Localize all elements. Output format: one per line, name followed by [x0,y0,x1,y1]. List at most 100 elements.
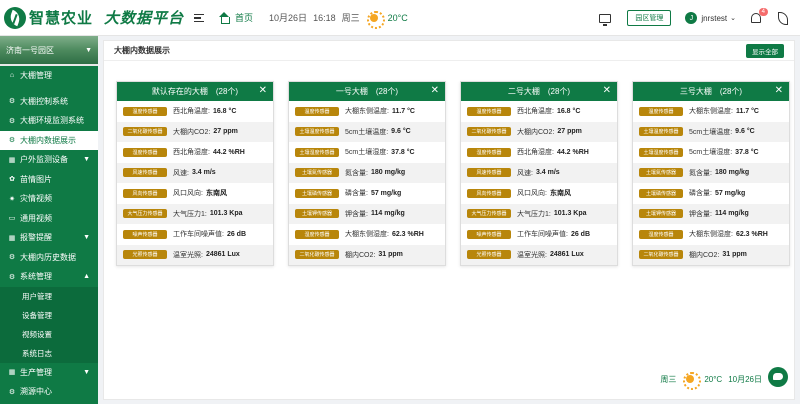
sidebar-subitem-user-manage[interactable]: 用户管理 [0,286,98,306]
sensor-tag[interactable]: 土壤温度传感器 [295,127,339,137]
leaf-logo-icon [4,6,26,29]
home-link[interactable]: 首页 [218,11,253,24]
sensor-label: 5cm土壤湿度: [345,149,389,157]
card-body: 温度传感器 西北角温度: 16.8 °C 二氧化碳传感器 大棚内CO2: 27 ppm 湿度… [461,101,617,265]
grid-icon: ▦ [8,156,16,164]
sensor-tag[interactable]: 二氧化碳传感器 [123,127,167,137]
sensor-value: 16.8 °C [556,107,581,115]
sidebar-item-production-manage[interactable]: ▦ 生产管理 ▼ [0,363,98,383]
sensor-row: 土壤氮传感器 氮含量: 180 mg/kg [633,162,789,183]
sensor-tag[interactable]: 土壤温度传感器 [639,127,683,137]
sensor-tag[interactable]: 噪声传感器 [467,229,511,239]
chevron-down-icon[interactable]: ⌄ [730,14,736,22]
logo[interactable]: 智慧农业 [0,6,98,29]
sensor-tag[interactable]: 大气压力传感器 [467,209,511,219]
close-icon[interactable]: ✕ [775,85,783,96]
sensor-tag[interactable]: 土壤磷传感器 [295,188,339,198]
sidebar-subitem-video-settings[interactable]: 视频设置 [0,324,98,344]
park-selector[interactable]: 济南一号园区 ▼ [0,36,98,66]
menu-toggle-icon[interactable] [194,13,206,23]
sensor-label: 西北角温度: [517,108,554,116]
sidebar-item-env-monitor[interactable]: ⚙ 大棚环境监测系统 [0,111,98,131]
chevron-down-icon: ▼ [83,368,90,376]
sensor-tag[interactable]: 湿度传感器 [467,147,511,157]
sensor-label: 氮含量: [689,169,712,177]
card-header: 默认存在的大棚 (28个) ✕ [117,82,273,101]
notification-button[interactable]: 4 [750,8,768,24]
sensor-label: 风口风向: [173,190,203,198]
sensor-value: 101.3 Kpa [553,210,587,218]
sensor-row: 湿度传感器 大棚东侧湿度: 62.3 %RH [633,224,789,245]
sensor-tag[interactable]: 土壤湿度传感器 [295,147,339,157]
username[interactable]: jnrstest [701,14,727,23]
sensor-label: 大棚东侧湿度: [345,231,389,239]
sensor-tag[interactable]: 土壤钾传感器 [639,209,683,219]
sensor-tag[interactable]: 土壤湿度传感器 [639,147,683,157]
sidebar-item-general-video[interactable]: ▭ 通用视频 [0,209,98,229]
close-icon[interactable]: ✕ [431,85,439,96]
sensor-tag[interactable]: 湿度传感器 [123,147,167,157]
sensor-value: 180 mg/kg [370,169,406,177]
sensor-tag[interactable]: 土壤氮传感器 [639,168,683,178]
sensor-tag[interactable]: 温度传感器 [295,106,339,116]
sensor-tag[interactable]: 温度传感器 [123,106,167,116]
sensor-tag[interactable]: 风向传感器 [467,188,511,198]
sidebar-item-disaster-video[interactable]: ✷ 灾情视频 [0,189,98,209]
sensor-label: 西北角湿度: [517,149,554,157]
sensor-row: 二氧化碳传感器 大棚内CO2: 27 ppm [461,121,617,142]
sensor-tag[interactable]: 风速传感器 [123,168,167,178]
sensor-row: 湿度传感器 大棚东侧湿度: 62.3 %RH [289,224,445,245]
sensor-tag[interactable]: 二氧化碳传感器 [295,250,339,260]
card-body: 温度传感器 西北角温度: 16.8 °C 二氧化碳传感器 大棚内CO2: 27 ppm 湿度… [117,101,273,265]
card-title: 三号大棚 (28个) [679,87,743,96]
sensor-tag[interactable]: 二氧化碳传感器 [639,250,683,260]
monitor-icon[interactable] [599,13,612,26]
sidebar-item-system-manage[interactable]: ⚙ 系统管理 ▲ [0,267,98,287]
sensor-row: 湿度传感器 西北角湿度: 44.2 %RH [117,142,273,163]
sensor-tag[interactable]: 土壤钾传感器 [295,209,339,219]
sensor-tag[interactable]: 噪声传感器 [123,229,167,239]
sensor-tag[interactable]: 光照传感器 [467,250,511,260]
chat-icon[interactable] [768,367,788,387]
sensor-value: 27 ppm [213,128,238,136]
sensor-label: 西北角温度: [173,108,210,116]
sensor-tag[interactable]: 土壤氮传感器 [295,168,339,178]
sensor-tag[interactable]: 光照传感器 [123,250,167,260]
top-bar: 智慧农业 大数据平台 首页 10月26日 16:18 周三 20°C 园区管理 … [0,0,800,36]
sidebar-item-alarm-reminder[interactable]: ▦ 报警提醒 ▼ [0,228,98,248]
leaf-icon[interactable] [776,12,788,25]
sensor-tag[interactable]: 土壤磷传感器 [639,188,683,198]
park-manage-button[interactable]: 园区管理 [627,10,672,26]
chevron-up-icon: ▲ [83,273,90,281]
close-icon[interactable]: ✕ [259,85,267,96]
logo-text: 智慧农业 [29,10,94,27]
header-time: 16:18 [313,12,336,23]
sensor-row: 大气压力传感器 大气压力1: 101.3 Kpa [117,203,273,224]
sidebar-item-outdoor-devices[interactable]: ▦ 户外监测设备 ▼ [0,150,98,170]
sensor-tag[interactable]: 温度传感器 [467,106,511,116]
video-icon: ▭ [8,215,16,223]
sensor-value: 东南风 [549,190,571,198]
avatar[interactable]: J [685,12,698,24]
sensor-tag[interactable]: 二氧化碳传感器 [467,127,511,137]
sensor-tag[interactable]: 温度传感器 [639,106,683,116]
sidebar-item-seedling-images[interactable]: ✿ 苗情图片 [0,170,98,190]
sidebar-item-control-system[interactable]: ⚙ 大棚控制系统 [0,92,98,112]
sensor-tag[interactable]: 湿度传感器 [295,229,339,239]
sidebar-item-greenhouse-manage[interactable]: ⌂ 大棚管理 [0,66,98,86]
sensor-value: 9.6 °C [735,128,755,136]
sidebar-item-data-display[interactable]: ⚙ 大棚内数据展示 [0,130,98,150]
close-icon[interactable]: ✕ [603,85,611,96]
show-all-button[interactable]: 显示全部 [746,43,784,58]
sensor-tag[interactable]: 风向传感器 [123,188,167,198]
sidebar-item-history-data[interactable]: ⚙ 大棚内历史数据 [0,248,98,268]
sidebar-subitem-system-log[interactable]: 系统日志 [0,343,98,363]
sidebar-item-traceability[interactable]: ⚙ 溯源中心 [0,382,98,402]
sensor-tag[interactable]: 大气压力传感器 [123,209,167,219]
sidebar-subitem-device-manage[interactable]: 设备管理 [0,305,98,325]
sensor-tag[interactable]: 风速传感器 [467,168,511,178]
card-header: 二号大棚 (28个) ✕ [461,82,617,101]
sensor-value: 东南风 [205,190,227,198]
sensor-value: 62.3 %RH [735,230,768,238]
sensor-tag[interactable]: 湿度传感器 [639,229,683,239]
